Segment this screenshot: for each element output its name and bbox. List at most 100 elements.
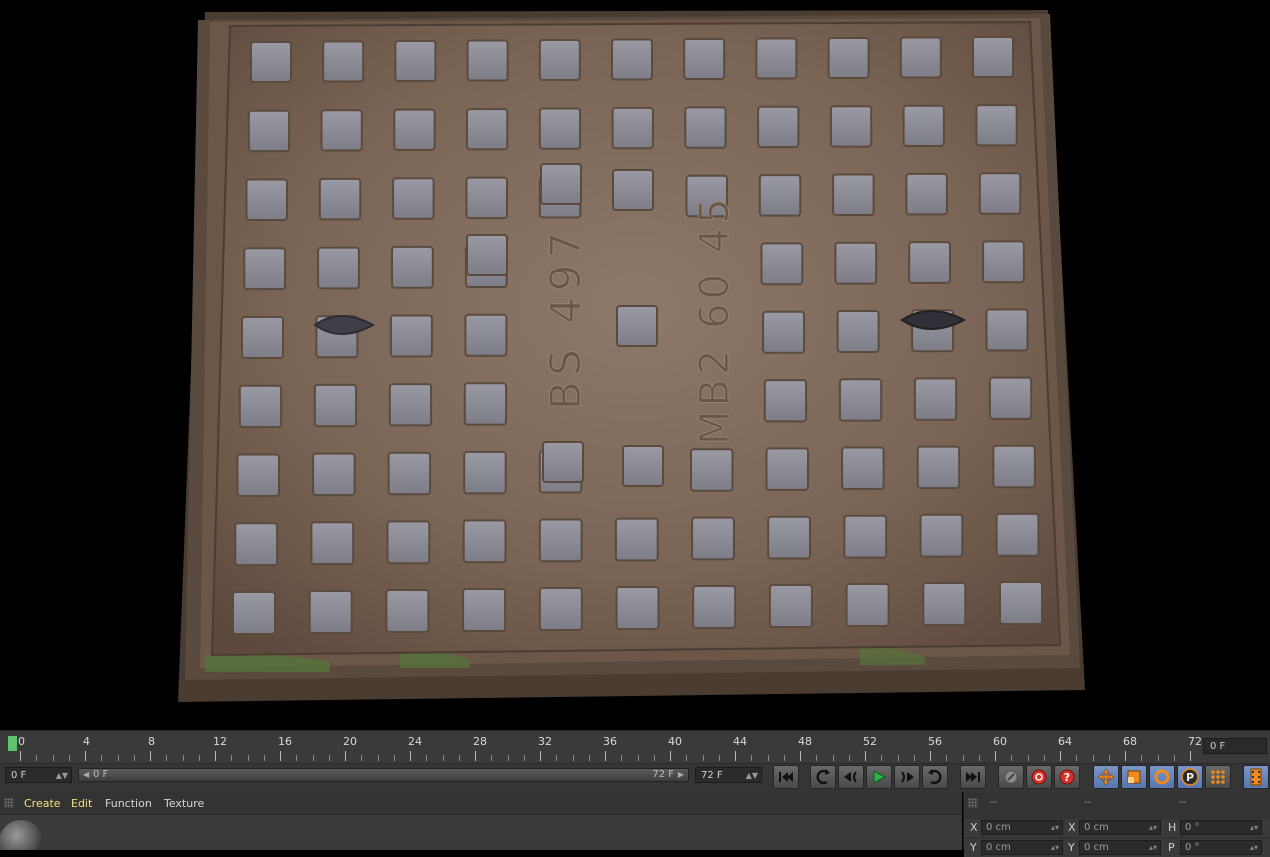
cover-grid-square: [615, 586, 660, 630]
cover-grid-square: [463, 450, 507, 495]
frame-ruler[interactable]: 0 4 8 12 16 20 24 28 32 36 40 44 48 52 56 60 64 68 72: [8, 731, 1202, 764]
parameter-button[interactable]: P: [1177, 765, 1203, 789]
ruler-minor-tick: [491, 755, 493, 761]
prev-key-icon: [816, 769, 830, 785]
spinner-icon[interactable]: ▴▾: [1250, 821, 1258, 834]
axis-label: Y: [1068, 841, 1075, 854]
ruler-major-tick: [670, 751, 671, 761]
play-button[interactable]: [866, 765, 892, 789]
cover-grid-square: [982, 240, 1025, 284]
spinner-icon[interactable]: ▲▼: [746, 768, 758, 784]
rotate-tool-button[interactable]: [1149, 765, 1175, 789]
autokey-button[interactable]: [1026, 765, 1052, 789]
cover-grid-square: [684, 106, 727, 149]
ruler-minor-tick: [751, 755, 753, 761]
ruler-major-tick: [930, 751, 931, 761]
move-tool-button[interactable]: [1093, 765, 1119, 789]
min-frame-field[interactable]: 0 F ▲▼: [5, 767, 72, 783]
rotation-p-field[interactable]: 0 ° ▴▾: [1180, 840, 1262, 855]
size-y-field[interactable]: 0 cm ▴▾: [1079, 840, 1161, 855]
spinner-icon[interactable]: ▴▾: [1149, 821, 1157, 834]
ruler-tick-label: 48: [798, 735, 812, 748]
3d-viewport[interactable]: BS 497 MB2 60 45: [0, 0, 1270, 730]
step-forward-button[interactable]: [894, 765, 920, 789]
material-list[interactable]: [0, 814, 962, 850]
min-frame-value: 0 F: [11, 770, 27, 781]
field-value: 0 cm: [986, 842, 1011, 853]
step-back-button[interactable]: [838, 765, 864, 789]
cover-grid-square: [308, 590, 353, 634]
cover-grid-square: [542, 441, 584, 483]
cover-grid-square: [999, 581, 1043, 625]
cover-grid-square: [236, 453, 280, 497]
ruler-minor-tick: [816, 755, 818, 761]
cover-grid-square: [832, 173, 875, 216]
spinner-icon[interactable]: ▲▼: [56, 768, 68, 784]
ruler-tick-label: 32: [538, 735, 552, 748]
skip-to-start-icon: [779, 772, 793, 782]
cover-grid-square: [985, 308, 1029, 352]
field-value: 0 cm: [1084, 842, 1109, 853]
position-x-field[interactable]: 0 cm ▴▾: [981, 820, 1063, 835]
ruler-minor-tick: [881, 755, 883, 761]
ruler-minor-tick: [1108, 755, 1110, 761]
ruler-minor-tick: [117, 755, 119, 761]
ruler-major-tick: [215, 751, 216, 761]
ruler-minor-tick: [848, 755, 850, 761]
cover-grid-square: [310, 521, 355, 566]
ruler-minor-tick: [1141, 755, 1143, 761]
preview-range-slider[interactable]: ◀ 0 F 72 F ▶: [78, 768, 689, 782]
goto-prev-key-button[interactable]: [810, 765, 836, 789]
timeline-ruler[interactable]: 0 4 8 12 16 20 24 28 32 36 40 44 48 52 56 60 64 68 72: [0, 730, 1270, 764]
cover-grid-square: [462, 519, 507, 564]
record-keys-button[interactable]: [998, 765, 1024, 789]
ruler-minor-tick: [198, 755, 200, 761]
ruler-minor-tick: [247, 755, 249, 761]
max-frame-field[interactable]: 72 F ▲▼: [695, 767, 762, 783]
ruler-minor-tick: [621, 755, 623, 761]
goto-next-key-button[interactable]: [922, 765, 948, 789]
axis-label: X: [1068, 821, 1076, 834]
cover-grid-square: [691, 516, 735, 561]
points-button[interactable]: [1205, 765, 1231, 789]
current-frame-field[interactable]: 0 F: [1203, 738, 1267, 754]
goto-start-button[interactable]: [773, 765, 799, 789]
field-value: 0 °: [1185, 822, 1200, 833]
ruler-tick-label: 60: [993, 735, 1007, 748]
spinner-icon[interactable]: ▴▾: [1149, 841, 1157, 854]
cover-grid-square: [312, 452, 356, 497]
menu-function[interactable]: Function: [105, 797, 152, 810]
spinner-icon[interactable]: ▴▾: [1051, 841, 1059, 854]
cover-grid-square: [902, 104, 945, 147]
panel-grip-icon[interactable]: [4, 798, 14, 808]
size-x-field[interactable]: 0 cm ▴▾: [1079, 820, 1161, 835]
cover-grid-square: [611, 38, 653, 81]
timeline-window-button[interactable]: [1243, 765, 1269, 789]
scale-tool-button[interactable]: [1121, 765, 1147, 789]
spinner-icon[interactable]: ▴▾: [1051, 821, 1059, 834]
material-thumbnail[interactable]: [0, 818, 42, 850]
menu-create[interactable]: Create: [24, 797, 61, 810]
position-y-field[interactable]: 0 cm ▴▾: [981, 840, 1063, 855]
cover-grid-square: [318, 177, 362, 221]
ruler-minor-tick: [166, 755, 168, 761]
goto-end-button[interactable]: [960, 765, 986, 789]
spinner-icon[interactable]: ▴▾: [1250, 841, 1258, 854]
range-left-arrow-icon[interactable]: ◀: [83, 769, 89, 781]
cover-grid-square: [916, 445, 961, 490]
panel-grip-icon[interactable]: [968, 798, 978, 808]
menu-texture[interactable]: Texture: [164, 797, 204, 810]
cover-grid-square: [988, 376, 1033, 420]
range-right-arrow-icon[interactable]: ▶: [678, 769, 684, 781]
cover-grid-square: [317, 246, 360, 290]
cover-grid-square: [757, 105, 800, 149]
cover-grid-square: [243, 247, 287, 291]
cover-grid-square: [540, 163, 582, 205]
cover-grid-square: [758, 174, 802, 217]
menu-edit[interactable]: Edit: [71, 797, 92, 810]
ruler-minor-tick: [718, 755, 720, 761]
rotation-h-field[interactable]: 0 ° ▴▾: [1180, 820, 1262, 835]
ruler-minor-tick: [978, 755, 980, 761]
help-button[interactable]: ?: [1054, 765, 1080, 789]
playhead-marker[interactable]: [8, 736, 17, 751]
